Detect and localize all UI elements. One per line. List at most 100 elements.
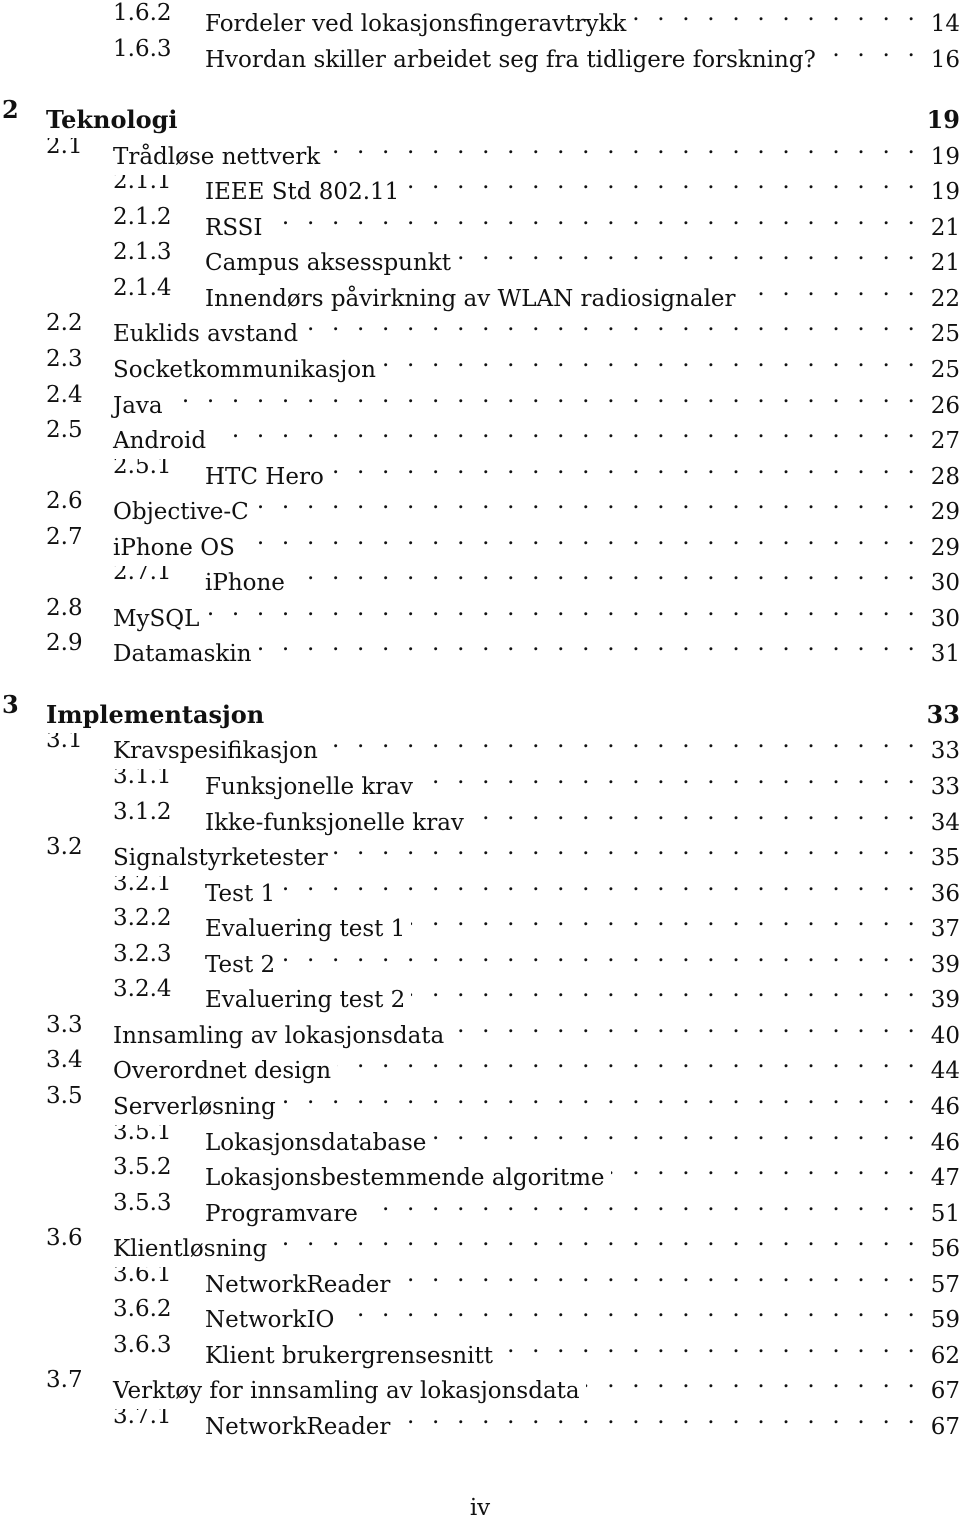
toc-entry-page[interactable]: 33 [920,696,960,733]
toc-entry-page[interactable]: 30 [920,565,960,602]
toc-entry-title[interactable]: Campus aksesspunkt [205,245,457,282]
toc-entry-title[interactable]: Innsamling av lokasjonsdata [113,1017,451,1054]
toc-entry-title[interactable]: Euklids avstand [113,316,305,353]
toc-entry-title[interactable]: Verktøy for innsamling av lokasjonsdata [113,1373,586,1410]
toc-entry-page[interactable]: 26 [920,387,960,424]
toc-entry-page[interactable]: 67 [920,1373,960,1410]
dot-leader [270,687,920,723]
toc-entry-title[interactable]: iPhone [205,565,291,602]
toc-entry-title[interactable]: Datamaskin [113,636,258,673]
toc-entry-page[interactable]: 59 [920,1302,960,1339]
toc-entry-number: 1.6.2 [113,0,172,26]
toc-entry-title[interactable]: Lokasjonsdatabase [205,1124,433,1161]
toc-entry-title[interactable]: Klientløsning [113,1231,274,1268]
toc-entry-subsection[interactable]: 1.6.2 Fordeler ved lokasjonsfingeravtrykk… [0,0,960,42]
toc-entry-title[interactable]: Evaluering test 1 [205,911,412,948]
toc-entry-subsection[interactable]: 3.6.3 Klient brukergrensesnitt 62 [0,1327,960,1374]
toc-entry-title[interactable]: Kravspesifikasjon [113,733,324,770]
toc-entry-page[interactable]: 39 [920,982,960,1019]
toc-entry-page[interactable]: 16 [920,41,960,78]
toc-entry-title[interactable]: Funksjonelle krav [205,769,419,805]
toc-entry-section[interactable]: 3.2 Signalstyrketester 35 [0,829,960,877]
toc-entry-page[interactable]: 40 [920,1017,960,1054]
toc-entry-title[interactable]: Hvordan skiller arbeidet seg fra tidlige… [205,41,822,78]
toc-entry-page[interactable]: 29 [920,529,960,566]
toc-entry-title[interactable]: Signalstyrketester [113,840,334,877]
toc-entry-page[interactable]: 47 [920,1160,960,1197]
toc-entry-page[interactable]: 19 [920,174,960,211]
toc-entry-title[interactable]: Fordeler ved lokasjonsfingeravtrykk [205,6,633,42]
toc-entry-chapter[interactable]: 3 Implementasjon 33 [0,687,960,733]
toc-entry-page[interactable]: 22 [920,280,960,317]
toc-entry-title[interactable]: Implementasjon [46,696,271,733]
toc-entry-subsection[interactable]: 3.1.2 Ikke-funksjonelle krav 34 [0,794,960,841]
toc-entry-section[interactable]: 3.3 Innsamling av lokasjonsdata 40 [0,1007,960,1054]
toc-entry-page[interactable]: 29 [920,494,960,531]
toc-entry-subsection[interactable]: 3.2.3 Test 2 39 [0,936,960,983]
toc-entry-title[interactable]: Socketkommunikasjon [113,351,382,388]
toc-entry-page[interactable]: 19 [920,138,960,175]
toc-entry-title[interactable]: NetworkReader [205,1408,397,1445]
toc-entry-title[interactable]: MySQL [113,600,206,637]
toc-entry-title[interactable]: RSSI [205,209,269,246]
toc-entry-section[interactable]: 3.6 Klientløsning 56 [0,1220,960,1268]
toc-entry-title[interactable]: HTC Hero [205,458,330,495]
toc-entry-title[interactable]: Trådløse nettverk [113,138,327,175]
toc-entry-page[interactable]: 28 [920,458,960,495]
toc-entry-page[interactable]: 39 [920,946,960,983]
toc-entry-title[interactable]: NetworkReader [205,1266,397,1303]
toc-entry-title[interactable]: Objective-C [113,494,255,531]
toc-entry-page[interactable]: 56 [920,1231,960,1268]
toc-entry-page[interactable]: 37 [920,911,960,948]
toc-entry-title[interactable]: Teknologi [46,102,184,139]
toc-entry-page[interactable]: 62 [920,1337,960,1374]
toc-entry-page[interactable]: 33 [920,733,960,770]
toc-entry-subsection[interactable]: 2.1.3 Campus aksesspunkt 21 [0,234,960,282]
toc-entry-page[interactable]: 21 [920,245,960,282]
toc-entry-title[interactable]: Lokasjonsbestemmende algoritme [205,1160,611,1197]
toc-entry-page[interactable]: 14 [920,6,960,42]
toc-entry-subsection[interactable]: 2.1.4 Innendørs påvirkning av WLAN radios… [0,270,960,317]
toc-entry-title[interactable]: Evaluering test 2 [205,982,412,1019]
toc-entry-title[interactable]: Java [113,387,169,424]
toc-entry-subsection[interactable]: 3.2.2 Evaluering test 1 37 [0,900,960,948]
toc-entry-title[interactable]: Overordnet design [113,1053,338,1090]
toc-entry-title[interactable]: IEEE Std 802.11 [205,174,406,211]
toc-entry-title[interactable]: iPhone OS [113,529,241,566]
toc-entry-title[interactable]: Serverløsning [113,1088,282,1125]
toc-entry-section[interactable]: 2.6 Objective-C 29 [0,483,960,531]
toc-entry-title[interactable]: Ikke-funksjonelle krav [205,804,470,841]
toc-entry-subsection[interactable]: 3.6.2 NetworkIO 59 [0,1291,960,1339]
toc-entry-page[interactable]: 51 [920,1195,960,1232]
toc-entry-subsection[interactable]: 3.2.4 Evaluering test 2 39 [0,971,960,1019]
toc-entry-page[interactable]: 25 [920,351,960,388]
toc-entry-page[interactable]: 44 [920,1053,960,1090]
toc-entry-number: 3.2.4 [113,976,172,1003]
toc-entry-subsection[interactable]: 2.1.2 RSSI 21 [0,199,960,246]
toc-entry-page[interactable]: 46 [920,1124,960,1161]
toc-entry-subsection[interactable]: 3.5.2 Lokasjonsbestemmende algoritme 47 [0,1149,960,1197]
toc-entry-page[interactable]: 21 [920,209,960,246]
toc-entry-title[interactable]: Innendørs påvirkning av WLAN radiosignal… [205,280,742,317]
toc-entry-number: 2.4 [46,381,83,408]
toc-entry-section[interactable]: 2.8 MySQL 30 [0,590,960,637]
toc-entry-page[interactable]: 57 [920,1266,960,1303]
toc-entry-page[interactable]: 27 [920,423,960,460]
toc-entry-page[interactable]: 67 [920,1408,960,1445]
toc-entry-page[interactable]: 36 [920,875,960,912]
toc-entry-title[interactable]: NetworkIO [205,1302,341,1339]
toc-entry-page[interactable]: 25 [920,316,960,353]
toc-entry-title[interactable]: Test 2 [205,946,282,983]
toc-entry-title[interactable]: Test 1 [205,875,282,912]
toc-entry-page[interactable]: 31 [920,636,960,673]
toc-entry-chapter[interactable]: 2 Teknologi 19 [0,92,960,139]
toc-entry-page[interactable]: 46 [920,1088,960,1125]
toc-entry-title[interactable]: Programvare [205,1195,364,1232]
toc-entry-title[interactable]: Android [113,423,213,460]
toc-entry-page[interactable]: 30 [920,600,960,637]
toc-entry-title[interactable]: Klient brukergrensesnitt [205,1337,499,1374]
toc-entry-page[interactable]: 35 [920,840,960,877]
toc-entry-page[interactable]: 33 [920,769,960,805]
toc-entry-page[interactable]: 34 [920,804,960,841]
toc-entry-page[interactable]: 19 [920,102,960,139]
